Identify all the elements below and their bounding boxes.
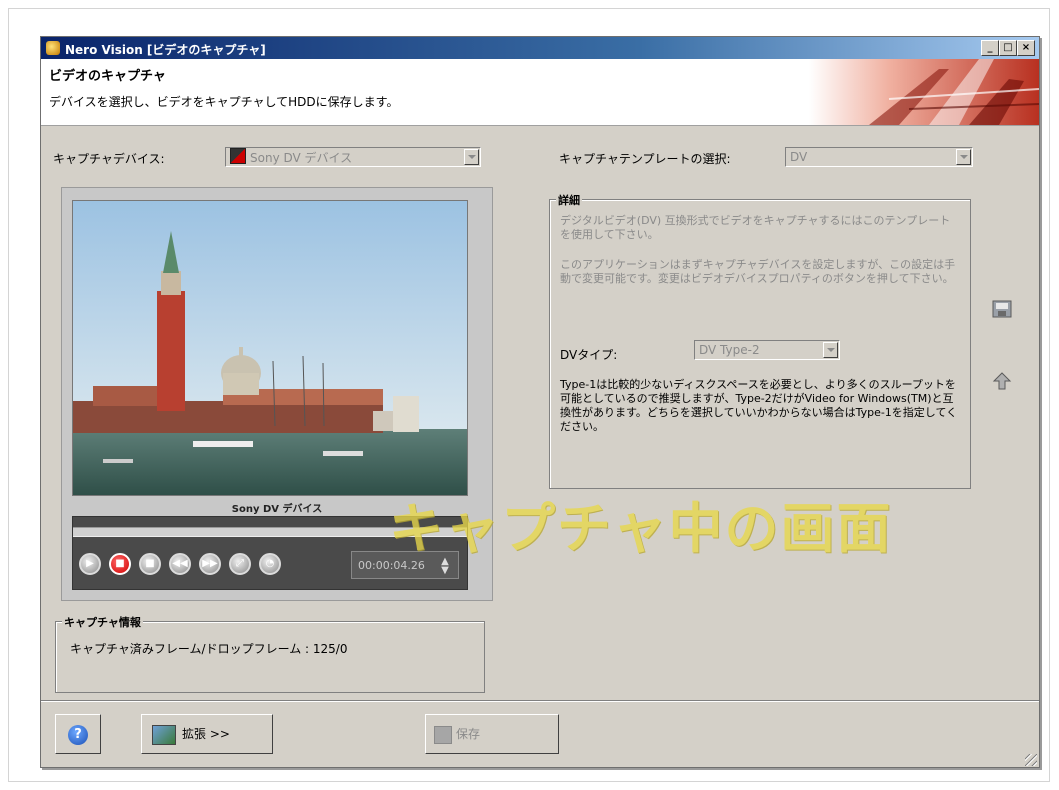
maximize-button[interactable]: □ xyxy=(999,40,1017,56)
chevron-down-icon[interactable] xyxy=(464,149,479,165)
page-title: ビデオのキャプチャ xyxy=(49,69,166,84)
timer-button[interactable]: ◔ xyxy=(259,553,281,575)
play-button[interactable]: ▶ xyxy=(79,553,101,575)
video-device-properties-icon[interactable] xyxy=(991,299,1013,321)
capture-device-value: Sony DV デバイス xyxy=(250,151,353,165)
save-button[interactable]: 保存 xyxy=(425,714,559,754)
dv-type-value: DV Type-2 xyxy=(699,343,760,357)
dv-device-icon xyxy=(230,148,246,164)
chevron-down-icon[interactable] xyxy=(823,342,838,358)
capture-template-value: DV xyxy=(790,150,808,164)
record-button[interactable]: ■ xyxy=(109,553,131,575)
spin-down-icon[interactable]: ▼ xyxy=(438,566,452,576)
stop-icon: ■ xyxy=(145,558,155,569)
export-settings-icon[interactable] xyxy=(991,371,1013,393)
floppy-disk-icon xyxy=(434,726,452,744)
rewind-icon: ◀◀ xyxy=(172,558,188,569)
page-subtitle: デバイスを選択し、ビデオをキャプチャしてHDDに保存します。 xyxy=(49,95,399,109)
close-button[interactable]: × xyxy=(1017,40,1035,56)
fast-forward-button[interactable]: ▶▶ xyxy=(199,553,221,575)
play-icon: ▶ xyxy=(86,558,94,569)
details-text-device: このアプリケーションはまずキャプチャデバイスを設定しますが、この設定は手動で変更… xyxy=(560,258,956,285)
extend-icon xyxy=(152,725,176,745)
help-icon: ? xyxy=(68,725,88,745)
capture-info-text: キャプチャ済みフレーム/ドロップフレーム : 125/0 xyxy=(70,642,348,656)
title-bar: Nero Vision [ビデオのキャプチャ] _ □ × xyxy=(41,37,1039,59)
capture-template-label: キャプチャテンプレートの選択: xyxy=(559,152,731,166)
stop-button[interactable]: ■ xyxy=(139,553,161,575)
extend-button[interactable]: 拡張 >> xyxy=(141,714,273,754)
fullscreen-button[interactable]: ⤢ xyxy=(229,553,251,575)
capture-template-select[interactable]: DV xyxy=(785,147,973,167)
extend-button-label: 拡張 >> xyxy=(182,727,230,741)
help-button[interactable]: ? xyxy=(55,714,101,754)
chevron-down-icon[interactable] xyxy=(956,149,971,165)
capture-screen-overlay-text: キャプチャ中の画面 xyxy=(389,497,893,560)
rewind-button[interactable]: ◀◀ xyxy=(169,553,191,575)
details-group: 詳細 デジタルビデオ(DV) 互換形式でビデオをキャプチャするにはこのテンプレー… xyxy=(549,192,971,489)
details-text-template: デジタルビデオ(DV) 互換形式でビデオをキャプチャするにはこのテンプレートを使… xyxy=(560,214,951,241)
fast-forward-icon: ▶▶ xyxy=(202,558,218,569)
window-title: Nero Vision [ビデオのキャプチャ] xyxy=(65,43,266,57)
capture-device-label: キャプチャデバイス: xyxy=(53,152,165,166)
record-stop-icon: ■ xyxy=(115,558,125,569)
capture-device-select[interactable]: Sony DV デバイス xyxy=(225,147,481,167)
nero-vision-window: Nero Vision [ビデオのキャプチャ] _ □ × ビデオのキャプチャ … xyxy=(40,36,1040,768)
capture-info-title: キャプチャ情報 xyxy=(62,614,143,630)
dv-type-label: DVタイプ: xyxy=(560,348,618,362)
resize-grip-icon[interactable] xyxy=(1025,754,1037,766)
dv-type-select[interactable]: DV Type-2 xyxy=(694,340,840,360)
timer-icon: ◔ xyxy=(265,558,275,569)
details-title: 詳細 xyxy=(556,192,582,208)
fullscreen-icon: ⤢ xyxy=(236,558,244,569)
bottom-toolbar: ? 拡張 >> 保存 xyxy=(41,701,1039,768)
nero-app-icon xyxy=(46,41,60,55)
save-button-label: 保存 xyxy=(456,727,481,741)
dv-type-note: Type-1は比較的少ないディスクスペースを必要とし、より多くのスループットを可… xyxy=(560,378,958,433)
minimize-button[interactable]: _ xyxy=(981,40,999,56)
header-banner: ビデオのキャプチャ デバイスを選択し、ビデオをキャプチャしてHDDに保存します。 xyxy=(41,59,1039,126)
video-preview xyxy=(72,200,468,496)
header-decoration-image xyxy=(809,59,1039,125)
capture-info-group: キャプチャ情報 キャプチャ済みフレーム/ドロップフレーム : 125/0 xyxy=(55,614,485,693)
